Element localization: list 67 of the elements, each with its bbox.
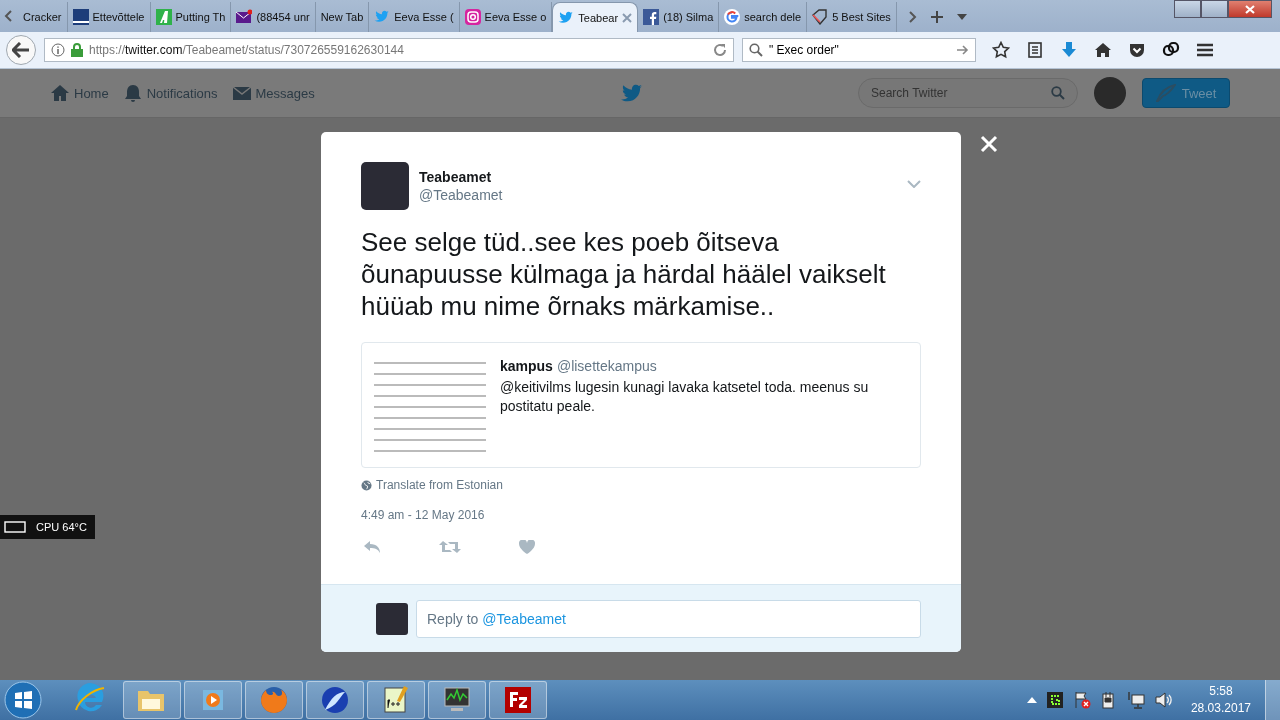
browser-tab[interactable]: Teabear <box>552 2 639 32</box>
close-window-button[interactable] <box>1228 0 1272 18</box>
go-arrow-icon[interactable] <box>957 45 969 55</box>
letter-g-icon[interactable] <box>1046 692 1063 708</box>
tag-icon <box>812 9 829 25</box>
tweet-text: See selge tüd..see kes poeb õitseva õunapuusse külmaga ja härdal häälel vaikselt hüüab mu nime õrnaks märkamise.. <box>361 226 887 322</box>
globe-icon <box>361 479 372 491</box>
close-icon <box>1245 4 1255 14</box>
letter-a-icon <box>155 9 172 25</box>
clock-time[interactable]: 5:58 <box>1190 683 1251 700</box>
user-handle[interactable]: @Teabeamet <box>419 187 897 203</box>
home-icon <box>50 83 70 103</box>
bookmark-star-icon[interactable] <box>992 41 1010 59</box>
scroll-right-icon[interactable] <box>906 10 917 24</box>
padlock-icon <box>71 43 83 57</box>
letter-f-icon <box>643 9 660 25</box>
home-icon[interactable] <box>1094 41 1112 59</box>
bird-icon <box>558 9 575 26</box>
taskbar-app-button[interactable] <box>367 681 425 719</box>
quoted-tweet-card[interactable]: kampus @lisettekampus @keitivilms lugesin kunagi lavaka katsetel toda. meenus su postitatu peale. <box>361 342 921 468</box>
avatar[interactable] <box>1094 77 1126 109</box>
restore-button[interactable] <box>1201 0 1228 18</box>
avatar <box>376 603 408 635</box>
timestamp[interactable]: 4:49 am - 12 May 2016 <box>361 508 921 522</box>
search-icon <box>749 43 763 57</box>
network-icon[interactable] <box>1126 691 1145 709</box>
flag-icon[interactable] <box>1072 691 1091 709</box>
taskbar-app-button[interactable] <box>245 681 303 719</box>
pocket-icon[interactable] <box>1128 41 1146 59</box>
search-field[interactable]: " Exec order" <box>742 38 976 62</box>
quill-icon <box>1155 84 1176 102</box>
taskbar-app-button[interactable] <box>489 681 547 719</box>
new-tab-icon[interactable] <box>930 11 943 23</box>
clock-date[interactable]: 28.03.2017 <box>1190 700 1251 717</box>
camera-icon <box>464 9 481 25</box>
envelope-icon <box>236 9 253 25</box>
info-icon[interactable] <box>51 43 65 57</box>
reply-field[interactable]: Reply to @Teabeamet <box>416 600 921 638</box>
menu-icon[interactable] <box>1196 41 1214 59</box>
bird-icon <box>374 9 391 25</box>
bell-icon <box>122 83 143 103</box>
monitor-icon <box>4 521 26 533</box>
download-icon[interactable] <box>1060 41 1078 59</box>
square-icon <box>72 9 89 25</box>
letter-g-icon <box>724 9 741 25</box>
reading-list-icon[interactable] <box>1026 41 1044 59</box>
user-name[interactable]: Teabeamet <box>419 169 897 185</box>
translate-link[interactable]: Translate from Estonian <box>361 478 921 492</box>
reload-icon[interactable] <box>713 43 727 57</box>
cpu-widget: CPU 64°C <box>0 515 95 539</box>
taskbar-app-button[interactable] <box>428 681 486 719</box>
search-icon <box>1051 86 1065 100</box>
scroll-left-icon[interactable] <box>4 9 14 23</box>
address-bar[interactable]: https://twitter.com/Teabeamet/status/730726559162630144 <box>44 38 734 62</box>
start-button-icon[interactable] <box>4 681 42 719</box>
quoted-tweet-text: @keitivilms lugesin kunagi lavaka katsetel toda. meenus su postitatu peale. <box>500 378 870 416</box>
user-name: kampus <box>500 358 553 374</box>
minimize-button[interactable] <box>1174 0 1201 18</box>
linked-rings-icon[interactable] <box>1162 41 1180 59</box>
back-button[interactable] <box>6 35 36 65</box>
speaker-icon[interactable] <box>1154 691 1173 709</box>
back-arrow-icon <box>12 42 30 58</box>
dropdown-icon[interactable] <box>956 14 967 20</box>
user-handle: @lisettekampus <box>556 358 657 374</box>
url-text: https://twitter.com/Teabeamet/status/730726559162630144 <box>89 43 405 57</box>
show-hidden-icon[interactable] <box>1026 697 1037 703</box>
taskbar-app-button[interactable] <box>306 681 364 719</box>
